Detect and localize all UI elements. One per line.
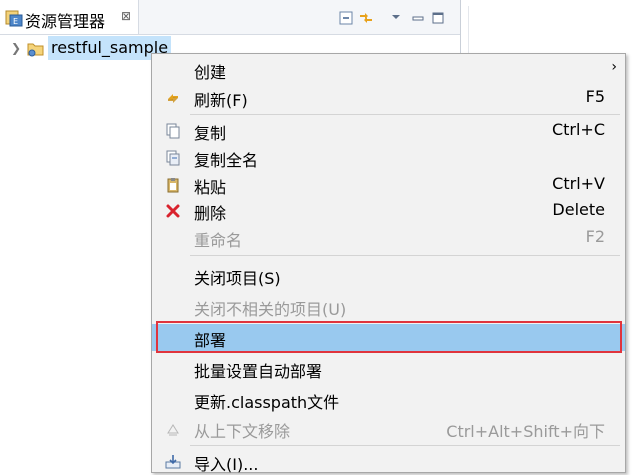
context-menu: 创建 › 刷新(F) F5 复制 Ctrl+C 复制全名 粘贴 Ctrl+V 删 xyxy=(151,53,626,474)
copy-icon xyxy=(165,123,181,139)
menu-item-close-unrelated-projects: 关闭不相关的项目(U) xyxy=(194,300,347,319)
resource-explorer-icon: E xyxy=(5,9,23,27)
highlight-annotation-frame xyxy=(156,321,622,353)
menu-item-close-project[interactable]: 关闭项目(S) xyxy=(152,262,625,289)
menu-separator xyxy=(190,445,620,446)
import-icon xyxy=(165,454,181,470)
paste-icon xyxy=(165,177,181,193)
collapse-all-icon[interactable] xyxy=(339,10,353,25)
menu-item-copy-qualified-name[interactable]: 复制全名 xyxy=(152,144,625,171)
link-with-editor-icon[interactable] xyxy=(358,10,372,24)
copy-qualified-name-icon xyxy=(165,150,181,166)
menu-item-paste[interactable]: 粘贴 Ctrl+V xyxy=(152,171,625,198)
remove-from-context-icon xyxy=(165,421,181,437)
tab-title: 资源管理器 xyxy=(25,12,106,31)
menu-item-copy[interactable]: 复制 Ctrl+C xyxy=(152,117,625,144)
project-folder-icon xyxy=(27,41,45,57)
chevron-right-icon: › xyxy=(611,59,617,75)
menu-item-refresh[interactable]: 刷新(F) F5 xyxy=(152,84,625,111)
menu-separator xyxy=(190,114,620,115)
tab-close-icon[interactable]: ⊠ xyxy=(121,9,131,23)
maximize-icon[interactable] xyxy=(432,10,446,24)
refresh-icon xyxy=(165,90,181,106)
menu-item-delete[interactable]: 删除 Delete xyxy=(152,197,625,224)
menu-separator xyxy=(190,255,620,256)
view-header: E 资源管理器 ⊠ xyxy=(0,0,460,35)
menu-item-batch-auto-deploy[interactable]: 批量设置自动部署 xyxy=(152,355,625,382)
tab-resource-explorer[interactable]: E 资源管理器 ⊠ xyxy=(0,0,139,34)
delete-icon xyxy=(165,203,181,219)
minimize-icon[interactable] xyxy=(412,10,426,24)
menu-item-rename: 重命名 F2 xyxy=(194,227,605,250)
chevron-right-icon[interactable]: ❯ xyxy=(11,41,21,55)
svg-text:E: E xyxy=(13,17,18,26)
view-menu-icon[interactable] xyxy=(390,10,404,24)
menu-item-create[interactable]: 创建 › xyxy=(152,56,625,83)
menu-item-update-classpath[interactable]: 更新.classpath文件 xyxy=(152,386,625,413)
menu-item-remove-from-context: 从上下文移除 Ctrl+Alt+Shift+向下 xyxy=(152,415,625,442)
